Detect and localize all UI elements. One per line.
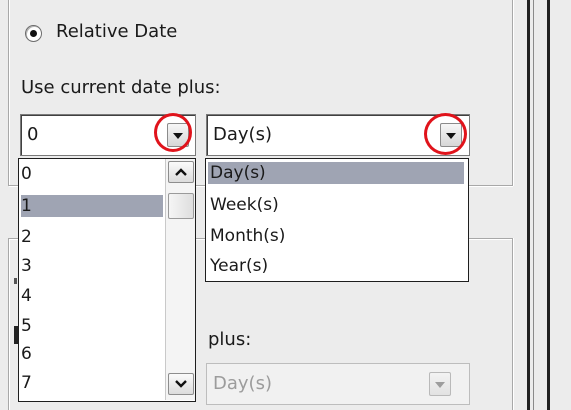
group-border-right-highlight bbox=[513, 0, 514, 186]
list-item-highlighted[interactable]: Day(s) bbox=[208, 162, 464, 184]
amount-dropdown-list: 0 1 2 3 4 5 6 7 bbox=[18, 158, 196, 402]
list-item[interactable]: Month(s) bbox=[208, 225, 285, 247]
list-item[interactable]: 6 bbox=[21, 343, 163, 365]
scroll-up-button[interactable] bbox=[168, 161, 194, 183]
chevron-up-icon bbox=[175, 168, 187, 176]
amount-combobox-value: 0 bbox=[27, 124, 39, 145]
relative-date-label: Relative Date bbox=[56, 21, 178, 42]
unit-combobox-value: Day(s) bbox=[213, 124, 272, 145]
lower-unit-combobox[interactable]: Day(s) bbox=[206, 363, 470, 405]
panel-divider-outer bbox=[547, 0, 550, 410]
chevron-down-icon bbox=[435, 382, 445, 388]
lower-unit-combobox-value: Day(s) bbox=[213, 373, 272, 394]
list-item[interactable]: 7 bbox=[21, 372, 163, 394]
scroll-thumb[interactable] bbox=[168, 193, 194, 219]
list-scrollbar[interactable] bbox=[165, 159, 195, 400]
chevron-down-icon bbox=[175, 380, 187, 388]
list-item[interactable]: 5 bbox=[21, 315, 163, 337]
radio-selected-dot bbox=[30, 30, 37, 37]
list-item-highlighted[interactable]: 1 bbox=[21, 195, 163, 217]
list-item[interactable]: 4 bbox=[21, 285, 163, 307]
list-item[interactable]: Year(s) bbox=[208, 255, 268, 277]
annotation-circle bbox=[424, 113, 467, 155]
panel-divider-shadow bbox=[533, 0, 534, 410]
group-border-left-highlight bbox=[9, 0, 10, 185]
list-item[interactable]: 0 bbox=[21, 163, 163, 185]
annotation-circle bbox=[154, 113, 192, 152]
partial-control-mark bbox=[14, 278, 17, 284]
use-current-date-label: Use current date plus: bbox=[21, 77, 221, 98]
scroll-down-button[interactable] bbox=[168, 373, 194, 395]
list-item[interactable]: 2 bbox=[21, 226, 163, 248]
lower-unit-dropdown-button[interactable] bbox=[429, 372, 451, 396]
panel-divider bbox=[527, 0, 530, 410]
relative-date-radio[interactable] bbox=[25, 25, 42, 42]
lower-plus-label: plus: bbox=[208, 329, 252, 350]
list-item[interactable]: 3 bbox=[21, 255, 163, 277]
unit-dropdown-list: Day(s) Week(s) Month(s) Year(s) bbox=[205, 158, 469, 282]
lower-group-border-left-highlight bbox=[9, 239, 10, 410]
lower-group-border-right-highlight bbox=[513, 238, 514, 410]
list-item[interactable]: Week(s) bbox=[208, 194, 279, 216]
